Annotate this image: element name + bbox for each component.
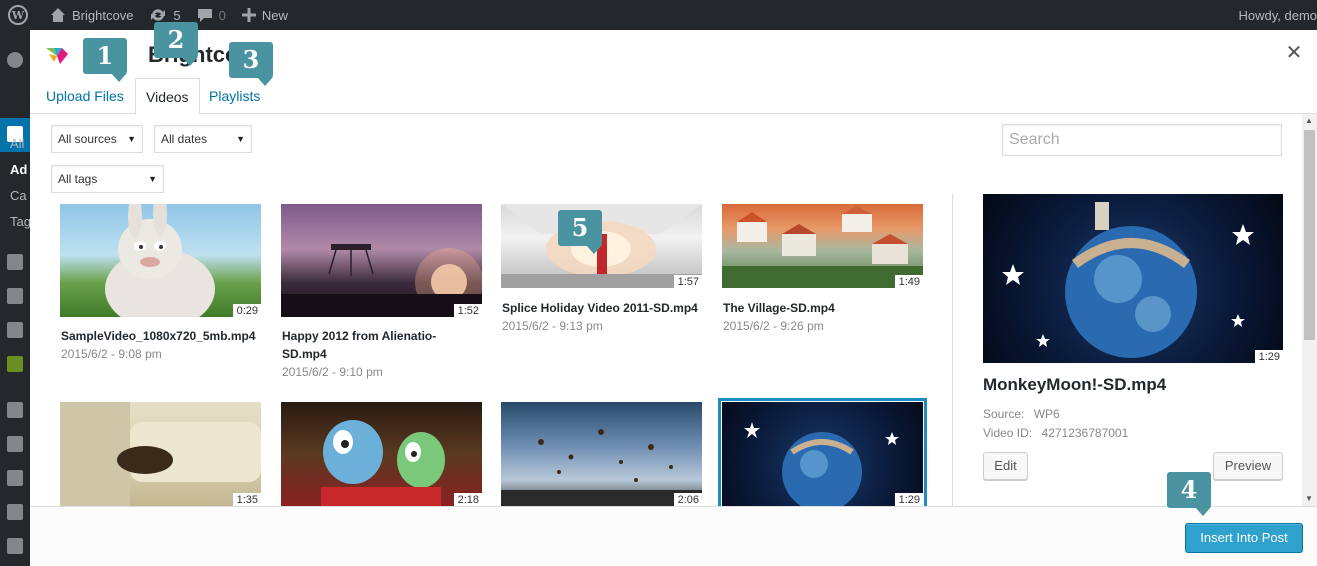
wordpress-icon: W — [8, 5, 28, 25]
brightcove-menu-icon[interactable] — [7, 356, 23, 372]
side-menu-label-all[interactable]: All — [10, 136, 24, 151]
video-thumbnail[interactable]: 1:35 — [60, 402, 261, 506]
video-name-line-2: SD.mp4 — [282, 347, 327, 361]
scrollbar-thumb[interactable] — [1304, 130, 1315, 340]
chevron-down-icon: ▼ — [148, 174, 157, 184]
video-id-row: Video ID: 4271236787001 — [983, 426, 1128, 440]
source-value: WP6 — [1033, 407, 1060, 421]
duration-badge: 1:35 — [232, 493, 261, 506]
source-row: Source: WP6 — [983, 407, 1060, 421]
new-content-link[interactable]: New — [234, 0, 296, 30]
duration-badge: 2:18 — [453, 493, 482, 506]
selected-video-name: MonkeyMoon!-SD.mp4 — [983, 375, 1167, 394]
brightcove-media-modal: Brightcove ✕ Upload Files Videos Playlis… — [30, 30, 1317, 566]
edit-button[interactable]: Edit — [983, 452, 1028, 480]
tools-icon[interactable] — [7, 504, 23, 520]
video-name: SampleVideo_1080x720_5mb.mp4 — [61, 329, 256, 343]
callout-3: 3 — [229, 42, 273, 86]
tab-videos[interactable]: Videos — [135, 78, 200, 115]
video-thumbnail[interactable]: 2:06 — [501, 402, 702, 506]
svg-text:W: W — [11, 9, 25, 22]
sources-filter-value: All sources — [58, 132, 117, 146]
video-date: 2015/6/2 - 9:08 pm — [61, 347, 162, 361]
selected-video-preview: 1:29 — [983, 194, 1283, 363]
site-name-link[interactable]: Brightcove — [42, 0, 141, 30]
scroll-down-icon[interactable]: ▼ — [1305, 494, 1313, 503]
video-date: 2015/6/2 - 9:13 pm — [502, 319, 603, 333]
duration-badge: 2:06 — [673, 493, 702, 506]
wordpress-logo-item[interactable]: W — [0, 0, 42, 30]
account-menu[interactable]: Howdy, demo — [1238, 0, 1317, 30]
duration-badge: 0:29 — [232, 304, 261, 317]
callout-4: 4 — [1167, 472, 1211, 516]
comments-count: 0 — [218, 7, 226, 23]
video-id-label: Video ID: — [983, 426, 1033, 440]
video-name-line-1: Happy 2012 from Alienatio- — [282, 329, 437, 343]
side-menu-label-categories[interactable]: Ca — [10, 188, 27, 203]
chevron-down-icon: ▼ — [127, 134, 136, 144]
source-label: Source: — [983, 407, 1025, 421]
dates-filter-value: All dates — [161, 132, 208, 146]
preview-button[interactable]: Preview — [1213, 452, 1283, 480]
insert-into-post-button[interactable]: Insert Into Post — [1185, 523, 1303, 553]
couch-dog-image — [60, 402, 261, 506]
dashboard-icon[interactable] — [7, 52, 23, 68]
bunny-image — [105, 204, 215, 317]
admin-side-menu: All Ad Ca Tag — [0, 30, 31, 566]
video-name: Splice Holiday Video 2011-SD.mp4 — [502, 301, 698, 315]
tab-upload-files[interactable]: Upload Files — [36, 78, 134, 115]
new-label: New — [261, 7, 288, 23]
pages-icon[interactable] — [7, 288, 23, 304]
tags-filter-value: All tags — [58, 172, 98, 186]
duration-badge: 1:52 — [453, 304, 482, 317]
aliens-image — [321, 420, 445, 506]
monkey-moon-preview-image — [1002, 202, 1254, 358]
appearance-icon[interactable] — [7, 402, 23, 418]
side-menu-label-tags[interactable]: Tag — [10, 214, 31, 229]
brightcove-logo-icon — [46, 48, 68, 64]
callout-2: 2 — [154, 22, 198, 66]
duration-badge: 1:49 — [894, 275, 923, 288]
video-name: The Village-SD.mp4 — [723, 301, 835, 315]
comments-menu-icon[interactable] — [7, 322, 23, 338]
vertical-scrollbar[interactable]: ▲ ▼ — [1302, 114, 1317, 506]
modal-footer: Insert Into Post — [30, 506, 1317, 566]
video-thumbnail[interactable]: 1:52 — [281, 204, 482, 317]
close-icon[interactable]: ✕ — [1285, 43, 1303, 63]
chevron-down-icon: ▼ — [236, 134, 245, 144]
plus-icon — [241, 8, 256, 22]
details-divider — [952, 194, 953, 508]
plugins-icon[interactable] — [7, 436, 23, 452]
alien-landscape-image — [281, 244, 482, 317]
sources-filter-select[interactable]: All sources ▼ — [51, 125, 143, 153]
users-icon[interactable] — [7, 470, 23, 486]
media-icon[interactable] — [7, 254, 23, 270]
village-image — [722, 206, 923, 288]
balloons-image — [501, 429, 702, 506]
comment-icon — [197, 9, 212, 22]
updates-icon — [151, 9, 166, 21]
video-date: 2015/6/2 - 9:26 pm — [723, 319, 824, 333]
side-menu-label-add[interactable]: Ad — [10, 162, 27, 177]
home-icon — [51, 8, 65, 22]
selected-video-outline — [718, 398, 927, 519]
video-date: 2015/6/2 - 9:10 pm — [282, 365, 383, 379]
video-thumbnail[interactable]: 2:18 — [281, 402, 482, 506]
video-thumbnail[interactable]: 1:49 — [722, 204, 923, 288]
tags-filter-select[interactable]: All tags ▼ — [51, 165, 164, 193]
callout-5: 5 — [558, 210, 602, 254]
modal-header: Brightcove ✕ Upload Files Videos Playlis… — [30, 30, 1317, 115]
video-id-value: 4271236787001 — [1041, 426, 1129, 440]
callout-1: 1 — [83, 38, 127, 82]
scroll-up-icon[interactable]: ▲ — [1305, 116, 1313, 125]
search-input[interactable] — [1002, 124, 1282, 156]
settings-icon[interactable] — [7, 538, 23, 554]
site-name-label: Brightcove — [72, 7, 134, 23]
duration-badge: 1:29 — [1254, 350, 1283, 363]
dates-filter-select[interactable]: All dates ▼ — [154, 125, 252, 153]
duration-badge: 1:57 — [673, 275, 702, 288]
updates-count: 5 — [173, 7, 181, 23]
video-thumbnail[interactable]: 0:29 — [60, 204, 261, 317]
greeting-text: Howdy, demo — [1238, 7, 1317, 23]
